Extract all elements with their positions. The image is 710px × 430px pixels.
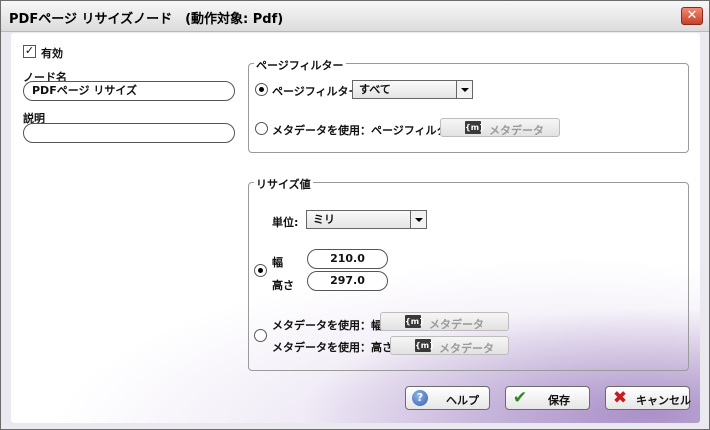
page-filter-legend: ページフィルター bbox=[254, 57, 346, 73]
metadata-button-label: メタデータ bbox=[489, 124, 544, 137]
width-input[interactable]: 210.0 bbox=[307, 249, 388, 269]
metadata-icon: {m} bbox=[465, 121, 485, 134]
metadata-button-label: メタデータ bbox=[429, 318, 484, 331]
page-filter-select-value: すべて bbox=[359, 83, 391, 96]
enabled-label: 有効 bbox=[41, 47, 63, 60]
save-button-label: 保存 bbox=[548, 394, 570, 407]
resize-values-radio[interactable] bbox=[254, 264, 267, 277]
help-icon: ? bbox=[412, 390, 428, 406]
page-filter-option-label: ページフィルター bbox=[272, 85, 360, 98]
page-filter-metadata-label: メタデータを使用：ページフィルター bbox=[272, 124, 459, 137]
enabled-checkbox[interactable]: ✓ bbox=[23, 45, 36, 58]
cancel-button-label: キャンセル bbox=[636, 394, 691, 407]
dialog-window: PDFページ リサイズノード (動作対象: Pdf) ✕ ✓ 有効 ノード名 P… bbox=[0, 0, 710, 430]
help-button-label: ヘルプ bbox=[446, 394, 479, 407]
metadata-width-label: メタデータを使用：幅 bbox=[272, 319, 382, 332]
height-label: 高さ bbox=[272, 279, 294, 292]
page-filter-metadata-radio[interactable] bbox=[255, 122, 268, 135]
page-filter-radio[interactable] bbox=[255, 83, 268, 96]
metadata-icon: {m} bbox=[415, 339, 435, 352]
title-bar[interactable]: PDFページ リサイズノード (動作対象: Pdf) ✕ bbox=[1, 1, 709, 32]
page-filter-select[interactable]: すべて bbox=[352, 80, 473, 99]
height-input[interactable]: 297.0 bbox=[307, 271, 388, 291]
metadata-button-label: メタデータ bbox=[439, 342, 494, 355]
metadata-icon: {m} bbox=[405, 315, 425, 328]
metadata-height-label: メタデータを使用：高さ bbox=[272, 341, 393, 354]
save-button[interactable]: ✔ 保存 bbox=[505, 386, 590, 410]
width-label: 幅 bbox=[272, 256, 283, 269]
cancel-button[interactable]: ✖ キャンセル bbox=[605, 386, 691, 410]
page-filter-metadata-button[interactable]: {m} メタデータ bbox=[440, 118, 560, 137]
chevron-down-icon bbox=[410, 211, 426, 228]
window-title: PDFページ リサイズノード (動作対象: Pdf) bbox=[9, 12, 284, 27]
metadata-width-button[interactable]: {m} メタデータ bbox=[380, 312, 509, 331]
close-button[interactable]: ✕ bbox=[681, 7, 703, 25]
chevron-down-icon bbox=[456, 81, 472, 98]
unit-select[interactable]: ミリ bbox=[306, 210, 427, 229]
unit-label: 単位: bbox=[272, 216, 299, 229]
dialog-body: ✓ 有効 ノード名 PDFページ リサイズ 説明 ページフィルター ページフィル… bbox=[11, 33, 700, 423]
node-name-input[interactable]: PDFページ リサイズ bbox=[23, 81, 235, 101]
unit-select-value: ミリ bbox=[313, 213, 335, 226]
resize-metadata-radio[interactable] bbox=[254, 329, 267, 342]
page-filter-group bbox=[248, 63, 689, 153]
metadata-height-button[interactable]: {m} メタデータ bbox=[390, 336, 509, 355]
cancel-x-icon: ✖ bbox=[612, 388, 628, 408]
checkmark-icon: ✔ bbox=[512, 388, 528, 408]
resize-values-legend: リサイズ値 bbox=[254, 176, 313, 192]
help-button[interactable]: ? ヘルプ bbox=[405, 386, 490, 410]
description-input[interactable] bbox=[23, 123, 235, 143]
